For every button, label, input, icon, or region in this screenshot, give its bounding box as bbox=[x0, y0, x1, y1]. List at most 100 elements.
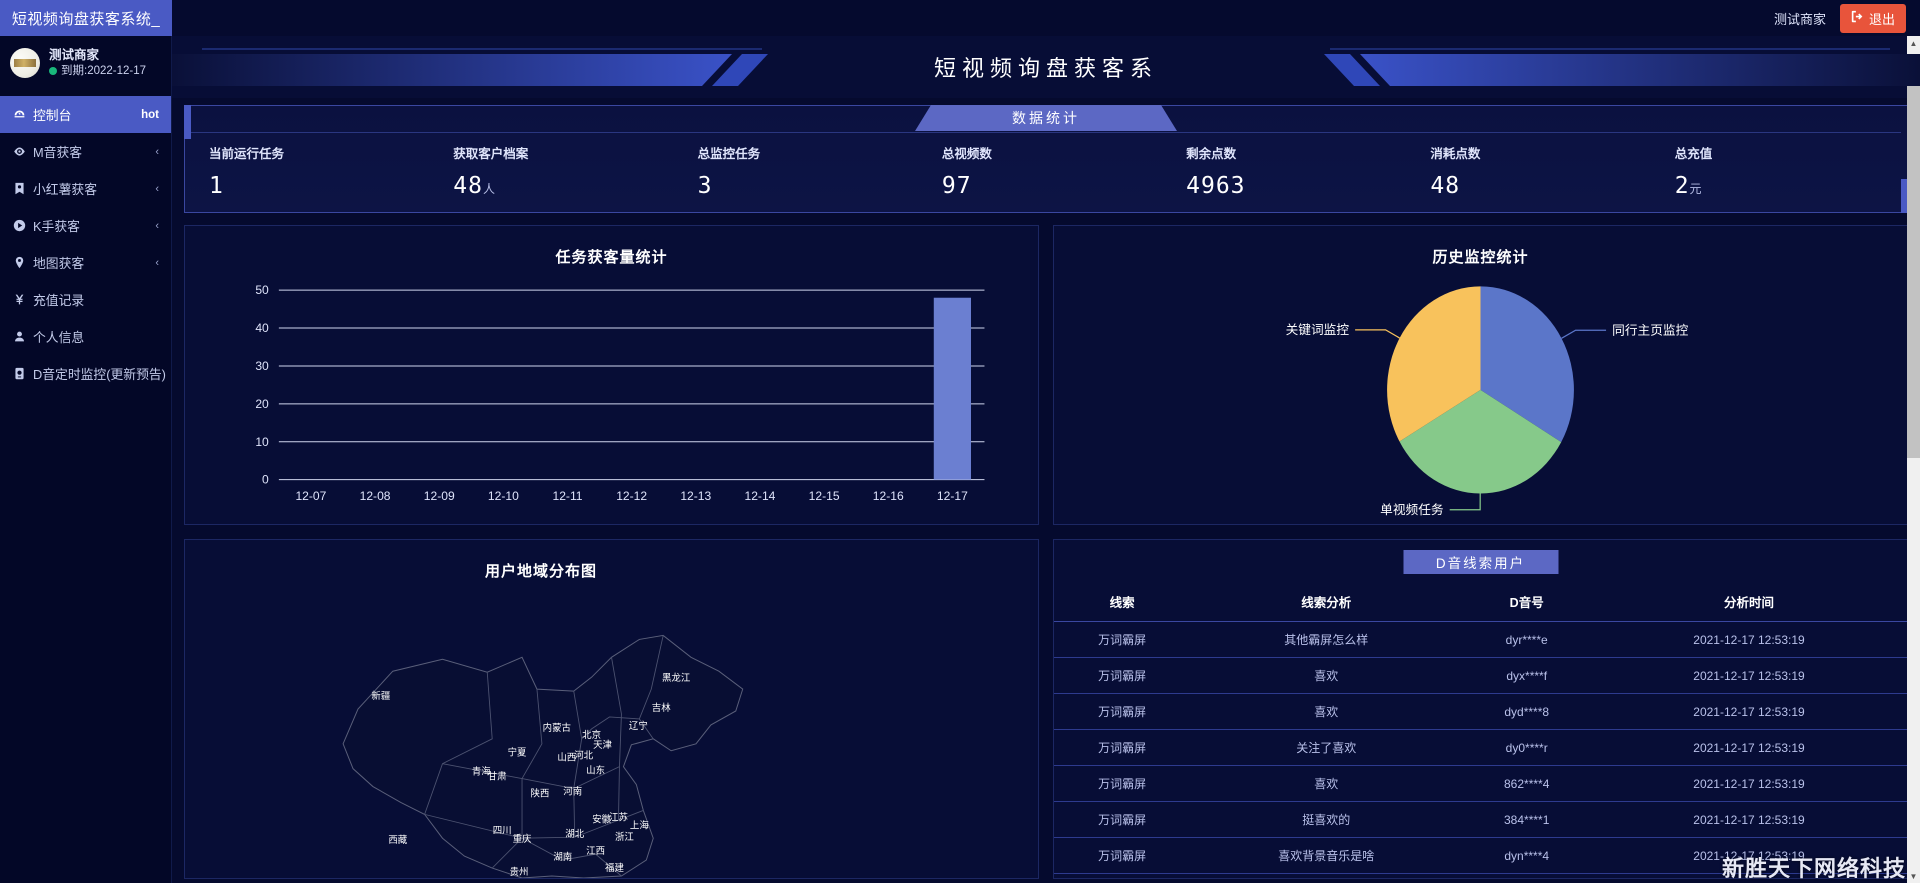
leads-cell-3: 2021-12-17 12:53:19 bbox=[1591, 801, 1907, 838]
merchant-name: 测试商家 bbox=[1773, 11, 1826, 27]
sidebar-item-label: 小红薯获客 bbox=[33, 182, 97, 197]
stat-col-5: 消耗点数 48 bbox=[1412, 133, 1656, 206]
profile-name: 测试商家 bbox=[49, 47, 100, 62]
leads-cell-0: 万词霸屏 bbox=[1054, 765, 1191, 802]
leads-cell-0: 万词霸屏 bbox=[1054, 621, 1191, 658]
svg-text:12-09: 12-09 bbox=[424, 489, 455, 503]
chevron-left-icon: ‹ bbox=[155, 256, 159, 269]
leads-cell-1: 挺喜欢的 bbox=[1190, 801, 1463, 838]
leads-table: 线索 线索分析 D音号 分析时间 万词霸屏 其他霸屏怎么样 dyr****e 2021-12… bbox=[1054, 584, 1907, 874]
leads-cell-2: dyn****4 bbox=[1462, 837, 1592, 874]
svg-text:20: 20 bbox=[255, 397, 269, 411]
stat-value: 48 bbox=[1430, 173, 1461, 199]
stat-col-3: 总视频数 97 bbox=[924, 133, 1168, 206]
svg-text:天津: 天津 bbox=[593, 740, 612, 751]
history-monitor-card: 历史监控统计 同行主页监控 单视频任务 关键词监控 bbox=[1053, 225, 1908, 525]
china-map[interactable]: 新疆 黑龙江 吉林 辽宁 内蒙古 北京 天津 宁夏 山西 河北 青海 甘肃 山东 陕西 河南 安徽 江苏 上海 四川… bbox=[185, 540, 1038, 878]
history-monitor-chart: 同行主页监控 单视频任务 关键词监控 bbox=[1054, 266, 1907, 524]
play-icon bbox=[12, 219, 26, 233]
leads-cell-1: 喜欢 bbox=[1190, 693, 1463, 730]
leads-cell-3: 2021-12-17 12:53:19 bbox=[1591, 657, 1907, 694]
leads-cell-0: 万词霸屏 bbox=[1054, 693, 1191, 730]
sidebar-item-5[interactable]: 充值记录 bbox=[0, 281, 171, 318]
sidebar-item-label: 充值记录 bbox=[33, 293, 85, 308]
sidebar-item-1[interactable]: M音获客 ‹ bbox=[0, 133, 171, 170]
leads-column-header-0: 线索 bbox=[1054, 584, 1191, 622]
leads-cell-3: 2021-12-17 12:53:19 bbox=[1591, 765, 1907, 802]
svg-text:同行主页监控: 同行主页监控 bbox=[1612, 323, 1688, 337]
sidebar-item-badge: hot bbox=[141, 108, 159, 121]
stat-unit: 人 bbox=[482, 182, 495, 196]
banner-decoration-left bbox=[172, 46, 832, 90]
sidebar-item-4[interactable]: 地图获客 ‹ bbox=[0, 244, 171, 281]
svg-text:贵州: 贵州 bbox=[510, 866, 529, 878]
page-scrollbar[interactable]: ▲ ▼ bbox=[1907, 36, 1920, 883]
leads-cell-3: 2021-12-17 12:53:19 bbox=[1591, 693, 1907, 730]
svg-text:重庆: 重庆 bbox=[513, 833, 532, 845]
leads-column-header-1: 线索分析 bbox=[1190, 584, 1463, 622]
svg-text:甘肃: 甘肃 bbox=[488, 771, 507, 783]
sidebar: 测试商家 到期:2022-12-17 控制台 hot M音获客 ‹ 小红薯获客 ‹ K手获客… bbox=[0, 36, 172, 883]
table-row[interactable]: 万词霸屏 喜欢 862****4 2021-12-17 12:53:19 bbox=[1054, 765, 1907, 802]
stat-label: 总视频数 bbox=[941, 147, 992, 161]
table-row[interactable]: 万词霸屏 关注了喜欢 dy0****r 2021-12-17 12:53:19 bbox=[1054, 729, 1907, 766]
table-row[interactable]: 万词霸屏 喜欢 dyx****f 2021-12-17 12:53:19 bbox=[1054, 657, 1907, 694]
sidebar-item-2[interactable]: 小红薯获客 ‹ bbox=[0, 170, 171, 207]
svg-text:上海: 上海 bbox=[630, 819, 649, 831]
svg-text:山东: 山东 bbox=[586, 765, 605, 777]
stats-panel: 数据统计 当前运行任务 1 获取客户档案 48人 总监控任务 3 总视频数 97 剩余点数 496… bbox=[184, 105, 1908, 213]
svg-text:12-10: 12-10 bbox=[488, 489, 519, 503]
stat-label: 总充值 bbox=[1674, 147, 1713, 161]
table-row[interactable]: 万词霸屏 其他霸屏怎么样 dyr****e 2021-12-17 12:53:19 bbox=[1054, 621, 1907, 658]
browser-tab[interactable]: 短视频询盘获客系统_ bbox=[0, 0, 172, 36]
logout-label: 退出 bbox=[1868, 11, 1895, 27]
page-title: 短视频询盘获客系 bbox=[933, 56, 1158, 81]
svg-text:浙江: 浙江 bbox=[615, 831, 634, 843]
scroll-down-icon[interactable]: ▼ bbox=[1907, 869, 1920, 883]
stat-label: 剩余点数 bbox=[1186, 147, 1237, 161]
leads-cell-2: dy0****r bbox=[1462, 729, 1592, 766]
stats-row: 当前运行任务 1 获取客户档案 48人 总监控任务 3 总视频数 97 剩余点数 4963 消耗点数… bbox=[191, 132, 1901, 206]
stat-col-1: 获取客户档案 48人 bbox=[435, 133, 679, 206]
leads-body: 万词霸屏 其他霸屏怎么样 dyr****e 2021-12-17 12:53:19 万词… bbox=[1054, 621, 1907, 874]
leads-cell-1: 喜欢 bbox=[1190, 765, 1463, 802]
table-row[interactable]: 万词霸屏 喜欢背景音乐是啥 dyn****4 2021-12-17 12:53:19 bbox=[1054, 837, 1907, 874]
svg-text:福建: 福建 bbox=[605, 862, 624, 874]
stat-label: 总监控任务 bbox=[697, 147, 761, 161]
leads-cell-2: 862****4 bbox=[1462, 765, 1592, 802]
sidebar-item-label: K手获客 bbox=[33, 219, 80, 234]
sidebar-item-6[interactable]: 个人信息 bbox=[0, 318, 171, 355]
leads-column-header-3: 分析时间 bbox=[1591, 584, 1907, 622]
svg-text:湖南: 湖南 bbox=[553, 851, 572, 863]
stat-value: 2元 bbox=[1674, 173, 1702, 199]
leads-cell-0: 万词霸屏 bbox=[1054, 801, 1191, 838]
svg-text:内蒙古: 内蒙古 bbox=[543, 722, 571, 734]
table-row[interactable]: 万词霸屏 挺喜欢的 384****1 2021-12-17 12:53:19 bbox=[1054, 801, 1907, 838]
svg-text:江苏: 江苏 bbox=[609, 811, 628, 823]
stat-value: 97 bbox=[941, 173, 972, 199]
table-row[interactable]: 万词霸屏 喜欢 dyd****8 2021-12-17 12:53:19 bbox=[1054, 693, 1907, 730]
sidebar-item-label: 个人信息 bbox=[33, 330, 85, 345]
svg-text:黑龙江: 黑龙江 bbox=[662, 672, 691, 684]
svg-text:12-15: 12-15 bbox=[809, 489, 840, 503]
svg-text:河南: 河南 bbox=[563, 785, 582, 797]
clock-monitor-icon bbox=[12, 367, 26, 381]
sidebar-item-0[interactable]: 控制台 hot bbox=[0, 96, 171, 133]
banner-decoration-right bbox=[1260, 46, 1920, 90]
sidebar-item-3[interactable]: K手获客 ‹ bbox=[0, 207, 171, 244]
svg-text:12-17: 12-17 bbox=[937, 489, 968, 503]
leads-cell-0: 万词霸屏 bbox=[1054, 837, 1191, 874]
leads-tab: D音线索用户 bbox=[1403, 550, 1558, 574]
sidebar-item-label: D音定时监控(更新预告) bbox=[33, 367, 166, 382]
sidebar-item-7[interactable]: D音定时监控(更新预告) bbox=[0, 355, 171, 392]
svg-text:12-08: 12-08 bbox=[360, 489, 391, 503]
scrollbar-thumb[interactable] bbox=[1907, 58, 1920, 458]
svg-text:西藏: 西藏 bbox=[388, 834, 407, 846]
sidebar-item-label: M音获客 bbox=[33, 145, 83, 160]
stat-col-6: 总充值 2元 bbox=[1657, 133, 1901, 206]
history-monitor-title: 历史监控统计 bbox=[1432, 249, 1529, 266]
logout-button[interactable]: 退出 bbox=[1839, 3, 1906, 33]
svg-text:12-07: 12-07 bbox=[295, 489, 326, 503]
svg-text:河北: 河北 bbox=[574, 750, 593, 762]
svg-text:宁夏: 宁夏 bbox=[508, 747, 527, 759]
